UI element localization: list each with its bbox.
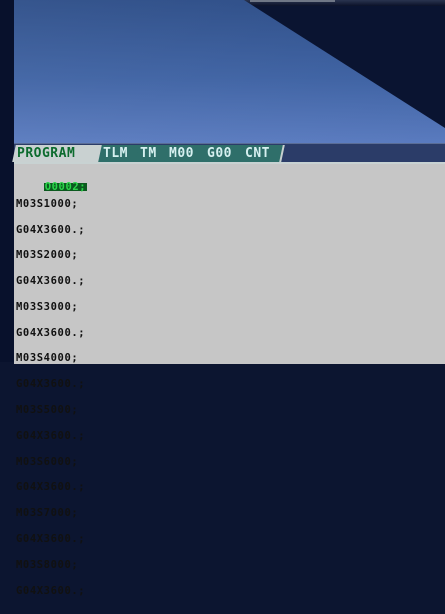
program-line[interactable]: M03S5000;	[16, 405, 87, 415]
program-line-current[interactable]: O0002;	[43, 182, 88, 192]
tab-program[interactable]: PROGRAM	[12, 145, 104, 162]
program-line[interactable]: G04X3600.;	[16, 225, 87, 235]
program-line[interactable]: M03S8000;	[16, 560, 87, 570]
program-line[interactable]: M03S3000;	[16, 302, 87, 312]
program-line[interactable]: M03S7000;	[16, 508, 87, 518]
program-line[interactable]: G04X3600.;	[16, 482, 87, 492]
machine-3d-view	[0, 0, 445, 143]
program-editor[interactable]: O0002; M03S1000; G04X3600.; M03S2000; G0…	[14, 162, 445, 596]
program-line[interactable]: G04X3600.;	[16, 431, 87, 441]
program-line[interactable]: M03S2000;	[16, 250, 87, 260]
machine-panel-shading	[14, 0, 445, 143]
program-line[interactable]: G04X3600.;	[16, 276, 87, 286]
program-tab-bar: PROGRAM TLM TM M00 G00 CNT	[12, 143, 445, 163]
program-line[interactable]: M03S1000;	[16, 199, 87, 209]
program-listing: O0002; M03S1000; G04X3600.; M03S2000; G0…	[16, 174, 88, 612]
program-line[interactable]: M03S6000;	[16, 457, 87, 467]
program-line[interactable]: G04X3600.;	[16, 328, 87, 338]
left-frame	[0, 0, 14, 362]
program-line[interactable]: G04X3600.;	[16, 379, 87, 389]
program-line[interactable]: G04X3600.;	[16, 534, 87, 544]
program-line[interactable]: G04X3600.;	[16, 585, 87, 595]
tab-cnt[interactable]: CNT	[240, 145, 285, 162]
